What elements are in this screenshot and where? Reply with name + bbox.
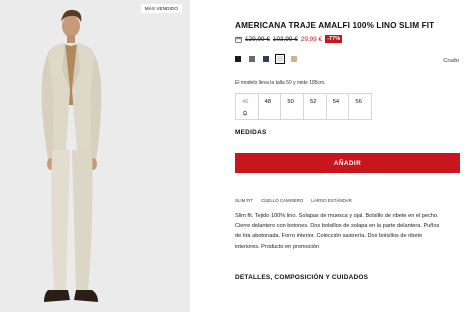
tag-collar: CUELLO CAMISERO bbox=[261, 198, 304, 203]
tag-length: LARGO ESTÁNDAR bbox=[311, 198, 352, 203]
color-swatch-ecru[interactable] bbox=[274, 53, 286, 65]
add-to-cart-button[interactable]: AÑADIR bbox=[235, 153, 460, 173]
color-swatch-black[interactable] bbox=[235, 56, 241, 62]
product-title: AMERICANA TRAJE AMALFI 100% LINO SLIM FI… bbox=[235, 21, 435, 30]
model-size-note: El modelo lleva la talla 50 y mide 185cm… bbox=[235, 80, 326, 86]
size-label: 48 bbox=[264, 99, 272, 105]
color-swatches bbox=[235, 53, 297, 65]
sale-price: 29,99 € bbox=[300, 35, 323, 43]
size-label: 50 bbox=[287, 99, 294, 105]
details-composition-care-link[interactable]: DETALLES, COMPOSICIÓN Y CUIDADOS bbox=[235, 274, 368, 281]
size-option-54[interactable]: 54 bbox=[327, 94, 350, 119]
size-label: 46 bbox=[242, 99, 249, 105]
price-row: 129,99 € 103,99 € 29,99 € -77% bbox=[235, 35, 343, 43]
selected-color-name: Crudo bbox=[443, 58, 459, 64]
size-label: 54 bbox=[332, 99, 340, 105]
size-option-50[interactable]: 50 bbox=[281, 94, 305, 119]
size-option-46[interactable]: 46 bbox=[236, 94, 259, 119]
best-seller-badge: MÁS VENDIDO bbox=[140, 4, 182, 13]
model-in-suit-image bbox=[0, 0, 190, 312]
product-tags: SLIM FIT CUELLO CAMISERO LARGO ESTÁNDAR bbox=[235, 198, 352, 203]
color-swatch-beige[interactable] bbox=[291, 56, 297, 62]
size-option-56[interactable]: 56 bbox=[349, 94, 371, 119]
measurements-link[interactable]: MEDIDAS bbox=[235, 129, 267, 136]
size-label: 52 bbox=[310, 99, 317, 105]
previous-price: 103,99 € bbox=[272, 35, 298, 43]
size-option-52[interactable]: 52 bbox=[304, 94, 327, 119]
bell-icon bbox=[242, 110, 248, 116]
product-photo[interactable]: MÁS VENDIDO bbox=[0, 0, 190, 312]
color-swatch-navy[interactable] bbox=[263, 56, 269, 62]
color-swatch-grey[interactable] bbox=[249, 56, 255, 62]
tag-fit: SLIM FIT bbox=[235, 198, 254, 203]
size-selector: 46 48 50 52 54 56 bbox=[235, 93, 372, 120]
discount-badge: -77% bbox=[325, 35, 343, 43]
product-description: Slim fit. Tejido 100% lino. Solapas de m… bbox=[235, 213, 440, 250]
calendar-icon bbox=[235, 36, 242, 43]
size-label: 56 bbox=[355, 99, 362, 105]
size-option-48[interactable]: 48 bbox=[259, 94, 282, 119]
original-price: 129,99 € bbox=[245, 35, 270, 43]
